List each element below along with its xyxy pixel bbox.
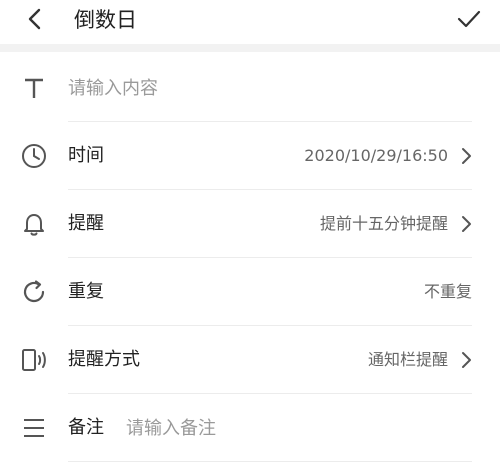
menu-lines-icon — [20, 394, 48, 462]
note-label: 备注 — [68, 417, 104, 438]
back-button[interactable] — [18, 2, 52, 36]
page-title: 倒数日 — [74, 8, 137, 32]
time-value: 2020/10/29/16:50 — [304, 146, 448, 165]
reminder-row[interactable]: 提醒 提前十五分钟提醒 — [0, 190, 500, 258]
reminder-value: 提前十五分钟提醒 — [319, 214, 448, 233]
chevron-right-icon — [458, 190, 474, 258]
bell-icon — [20, 190, 48, 258]
row-separator — [68, 461, 472, 462]
text-T-icon — [20, 54, 48, 122]
chevron-right-icon — [458, 122, 474, 190]
reminder-method-row[interactable]: 提醒方式 通知栏提醒 — [0, 326, 500, 394]
title-row — [0, 54, 500, 122]
top-bar: 倒数日 — [0, 0, 500, 44]
reminder-method-label: 提醒方式 — [68, 349, 140, 370]
repeat-row[interactable]: 重复 不重复 — [0, 258, 500, 326]
time-row[interactable]: 时间 2020/10/29/16:50 — [0, 122, 500, 190]
checkmark-icon — [457, 10, 481, 28]
confirm-button[interactable] — [452, 2, 486, 36]
repeat-value: 不重复 — [423, 282, 472, 301]
title-input[interactable] — [68, 74, 448, 102]
chevron-right-icon — [458, 326, 474, 394]
section-divider — [0, 44, 500, 52]
phone-vibrate-icon — [20, 326, 48, 394]
chevron-left-icon — [28, 8, 41, 30]
reminder-label: 提醒 — [68, 213, 104, 234]
note-input[interactable] — [126, 414, 466, 442]
time-label: 时间 — [68, 145, 104, 166]
note-row: 备注 — [0, 394, 500, 462]
reminder-method-value: 通知栏提醒 — [367, 350, 448, 369]
repeat-label: 重复 — [68, 281, 104, 302]
clock-icon — [20, 122, 48, 190]
repeat-circle-icon — [20, 258, 48, 326]
